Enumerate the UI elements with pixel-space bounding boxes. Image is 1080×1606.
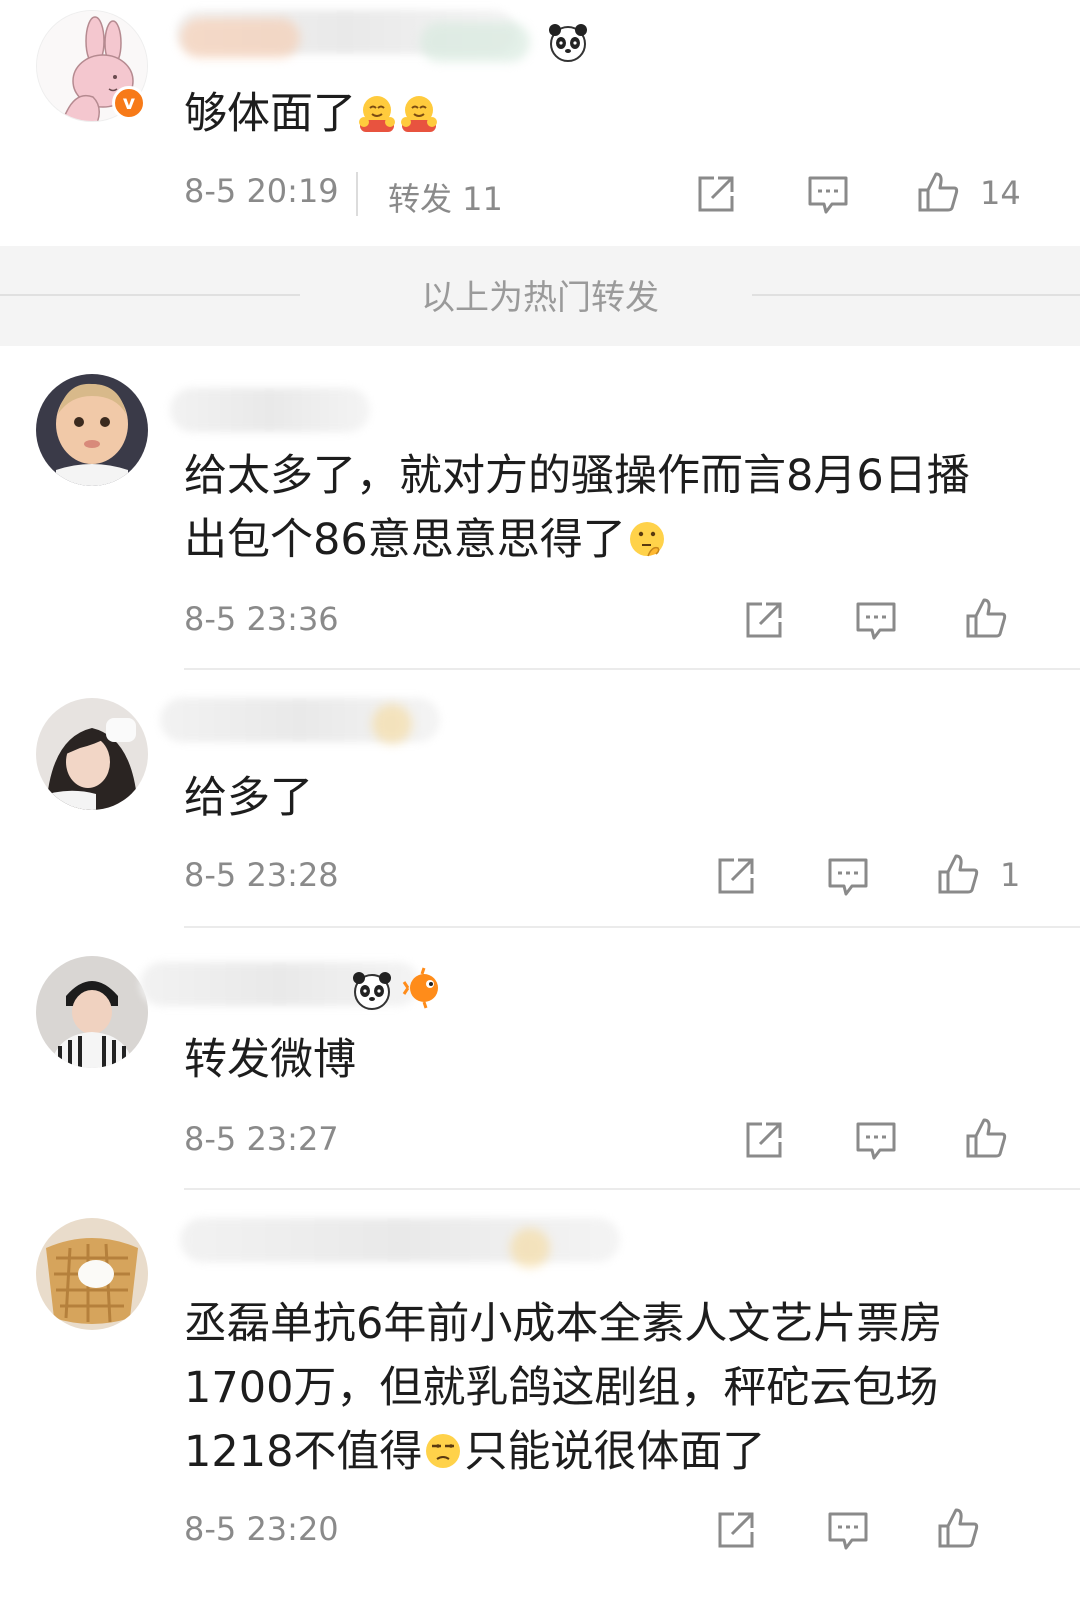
like-icon[interactable] <box>916 170 960 214</box>
hot-forward-divider: 以上为热门转发 <box>0 246 1080 346</box>
share-icon[interactable] <box>742 1118 786 1162</box>
post-content: 丞磊单抗6年前小成本全素人文艺片票房1700万，但就乳鸽这剧组，秤砣云包场121… <box>184 1292 1004 1484</box>
post-time: 8-5 20:19 <box>184 172 339 210</box>
username-redacted[interactable] <box>180 1218 620 1262</box>
like-icon[interactable] <box>964 1116 1008 1160</box>
post-item: 丞磊单抗6年前小成本全素人文艺片票房1700万，但就乳鸽这剧组，秤砣云包场121… <box>0 1190 1080 1606</box>
share-icon[interactable] <box>742 598 786 642</box>
post-content: 给多了 <box>184 766 1004 830</box>
post-item: v 够体面了 8-5 20:19 转发 11 14 <box>0 0 1080 246</box>
post-text-tail: 只能说很体面了 <box>464 1427 766 1477</box>
panda-icon <box>546 20 590 64</box>
like-icon[interactable] <box>936 1506 980 1550</box>
post-time: 8-5 23:28 <box>184 856 339 894</box>
post-text: 给多了 <box>184 773 313 823</box>
post-item: 转发微博 8-5 23:27 <box>0 928 1080 1190</box>
share-icon[interactable] <box>714 1508 758 1552</box>
avatar[interactable] <box>36 698 148 810</box>
like-count: 1 <box>1000 856 1021 894</box>
comment-icon[interactable] <box>854 1118 898 1162</box>
like-icon[interactable] <box>964 596 1008 640</box>
badge-redacted-tint <box>510 1228 550 1268</box>
hug-emoji-icon <box>398 92 440 134</box>
comment-icon[interactable] <box>806 172 850 216</box>
like-icon[interactable] <box>936 852 980 896</box>
panda-icon <box>350 968 394 1012</box>
comment-icon[interactable] <box>826 854 870 898</box>
divider <box>356 172 358 216</box>
post-content: 给太多了，就对方的骚操作而言8月6日播出包个86意思意思得了 <box>184 444 1004 572</box>
post-item: 给多了 8-5 23:28 1 <box>0 670 1080 928</box>
post-time: 8-5 23:27 <box>184 1120 339 1158</box>
post-content: 够体面了 <box>184 82 1004 146</box>
post-time: 8-5 23:20 <box>184 1510 339 1548</box>
post-text: 给太多了，就对方的骚操作而言8月6日播出包个86意思意思得了 <box>184 451 970 565</box>
post-content: 转发微博 <box>184 1028 1004 1092</box>
post-time: 8-5 23:36 <box>184 600 339 638</box>
avatar[interactable] <box>36 1218 148 1330</box>
avatar[interactable] <box>36 374 148 486</box>
share-icon[interactable] <box>694 172 738 216</box>
hot-forward-label: 以上为热门转发 <box>421 278 659 318</box>
post-text: 转发微博 <box>184 1035 356 1085</box>
username-redacted[interactable] <box>170 388 370 432</box>
eye-roll-emoji-icon <box>422 1430 464 1472</box>
like-count: 14 <box>980 174 1021 212</box>
comment-icon[interactable] <box>854 598 898 642</box>
pufferfish-icon <box>402 966 446 1010</box>
forward-count-link[interactable]: 转发 11 <box>388 174 503 220</box>
post-item: 给太多了，就对方的骚操作而言8月6日播出包个86意思意思得了 8-5 23:36 <box>0 346 1080 670</box>
share-icon[interactable] <box>714 854 758 898</box>
thinking-emoji-icon <box>626 518 668 560</box>
username-redacted-tint <box>180 18 300 58</box>
badge-redacted-tint <box>372 704 412 744</box>
post-text: 够体面了 <box>184 89 356 139</box>
member-badge-redacted <box>420 22 530 62</box>
hug-emoji-icon <box>356 92 398 134</box>
comment-icon[interactable] <box>826 1508 870 1552</box>
avatar[interactable] <box>36 956 148 1068</box>
verified-badge-icon: v <box>112 86 146 120</box>
